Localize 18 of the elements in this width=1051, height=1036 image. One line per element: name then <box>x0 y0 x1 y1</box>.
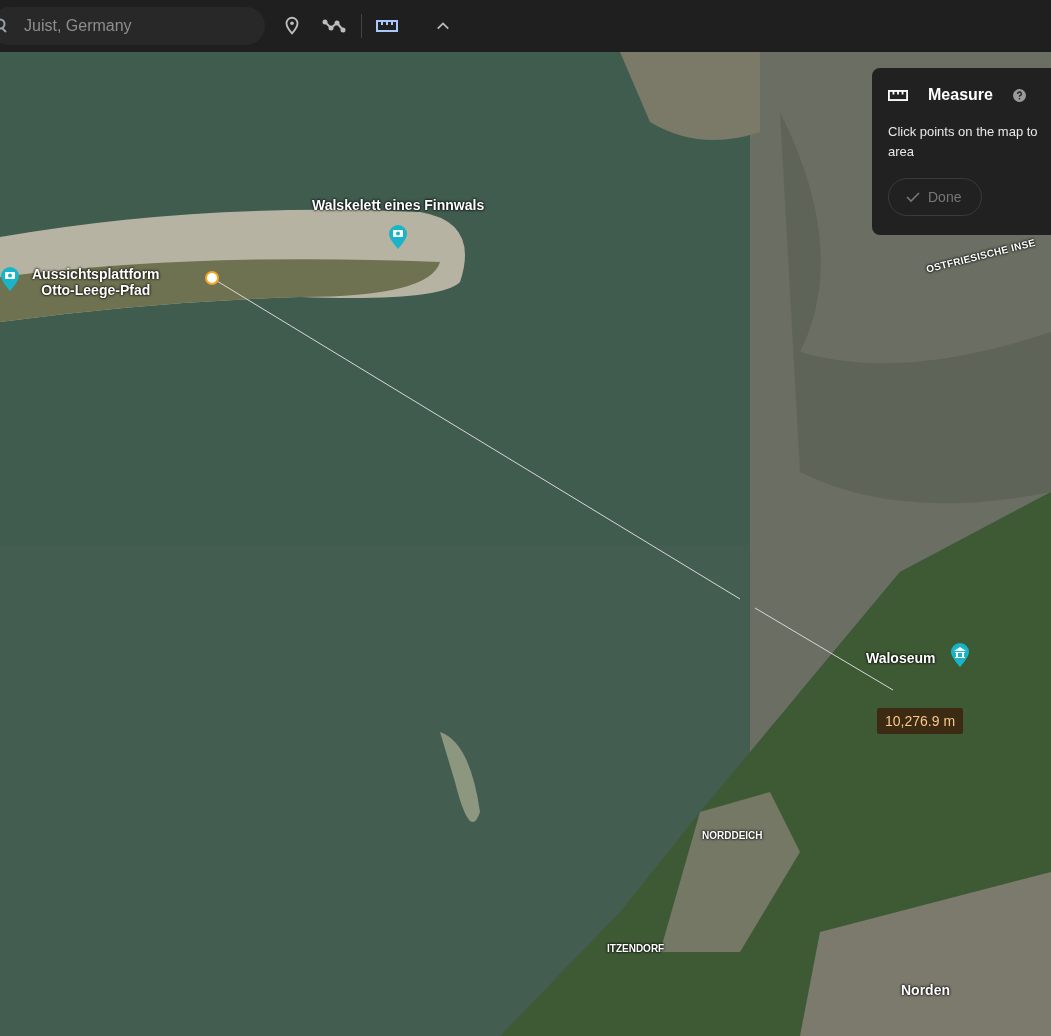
town-label: NORDDEICH <box>702 830 763 841</box>
museum-pin-icon[interactable] <box>950 642 970 668</box>
instruction-text: Click points on the map to area <box>888 123 1039 161</box>
help-icon[interactable] <box>1012 88 1026 102</box>
checkmark-icon <box>906 191 920 203</box>
town-label: ITZENDORF <box>607 943 665 954</box>
town-label: Norden <box>901 982 950 998</box>
distance-label: 10,276.9 m <box>877 708 964 734</box>
place-label[interactable]: Walskelett eines Finnwals <box>312 197 485 213</box>
caret-up-icon <box>436 21 450 31</box>
panel-title: Measure <box>928 86 993 104</box>
ruler-icon <box>376 19 398 33</box>
ruler-icon <box>888 88 908 102</box>
place-label[interactable]: Aussichtsplattform Otto-Leege-Pfad <box>32 266 160 298</box>
search-field[interactable]: Juist, Germany <box>0 7 265 45</box>
camera-pin-icon[interactable] <box>0 266 20 292</box>
search-icon <box>0 18 8 34</box>
place-label[interactable]: Waloseum <box>866 650 936 666</box>
